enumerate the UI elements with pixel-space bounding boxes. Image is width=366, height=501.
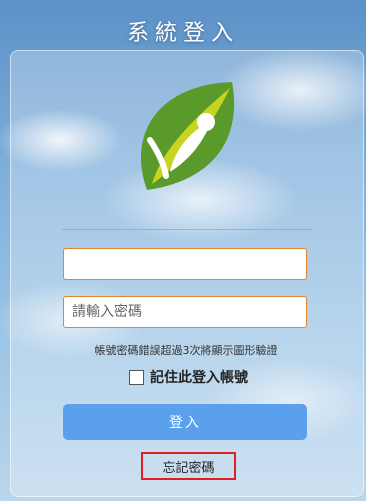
captcha-hint-text: 帳號密碼錯誤超過3次將顯示圖形驗證 (94, 344, 278, 357)
forgot-password-link[interactable]: 忘記密碼 (141, 452, 236, 480)
remember-checkbox[interactable] (129, 369, 144, 385)
divider (62, 229, 312, 230)
logo-icon (140, 82, 235, 190)
password-input[interactable] (63, 296, 307, 328)
remember-account-option[interactable]: 記住此登入帳號 (129, 368, 248, 386)
username-input[interactable] (63, 248, 307, 280)
remember-label: 記住此登入帳號 (150, 370, 248, 386)
page-title: 系統登入 (126, 21, 239, 46)
login-button[interactable]: 登入 (63, 404, 307, 440)
